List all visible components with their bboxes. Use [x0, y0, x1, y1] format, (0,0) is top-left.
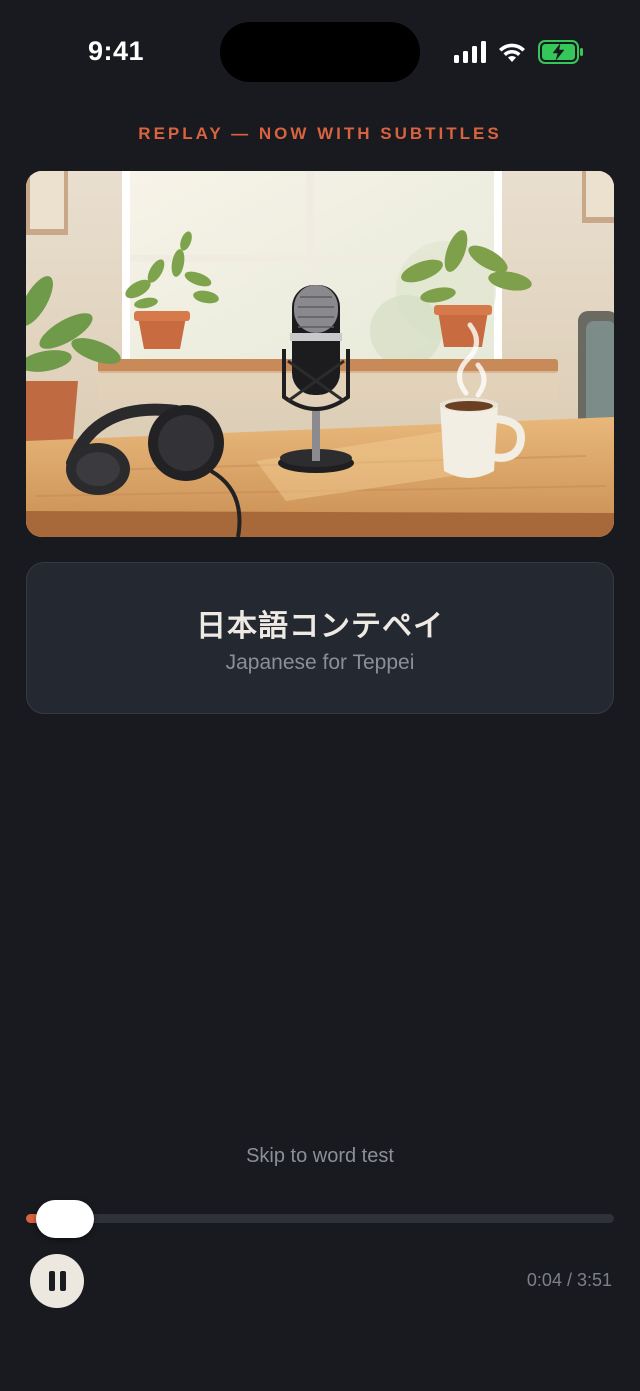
signal-icon [454, 41, 486, 63]
player-screen: 9:41 REPLAY — NOW WITH SUBTITLES 日本語コンテペ… [0, 0, 640, 1391]
episode-title: 日本語コンテペイ [196, 609, 444, 644]
episode-subtitle: Japanese for Teppei [225, 651, 415, 674]
skip-to-word-test-link[interactable]: Skip to word test [0, 1145, 640, 1168]
replay-banner: REPLAY — NOW WITH SUBTITLES [138, 124, 502, 143]
dynamic-island [220, 22, 420, 82]
battery-charging-icon [538, 40, 583, 64]
pause-icon [48, 1271, 55, 1291]
podcast-artwork [26, 171, 614, 537]
episode-title-card: 日本語コンテペイ Japanese for Teppei [26, 562, 614, 714]
status-icons [454, 40, 584, 64]
time-display: 0:04 / 3:51 [526, 1270, 612, 1290]
wifi-icon [499, 43, 525, 62]
pause-icon-bar [59, 1271, 66, 1291]
progress-track[interactable] [26, 1214, 614, 1223]
progress-thumb[interactable] [36, 1200, 94, 1238]
pause-button[interactable] [30, 1254, 84, 1308]
status-time: 9:41 [88, 36, 145, 66]
